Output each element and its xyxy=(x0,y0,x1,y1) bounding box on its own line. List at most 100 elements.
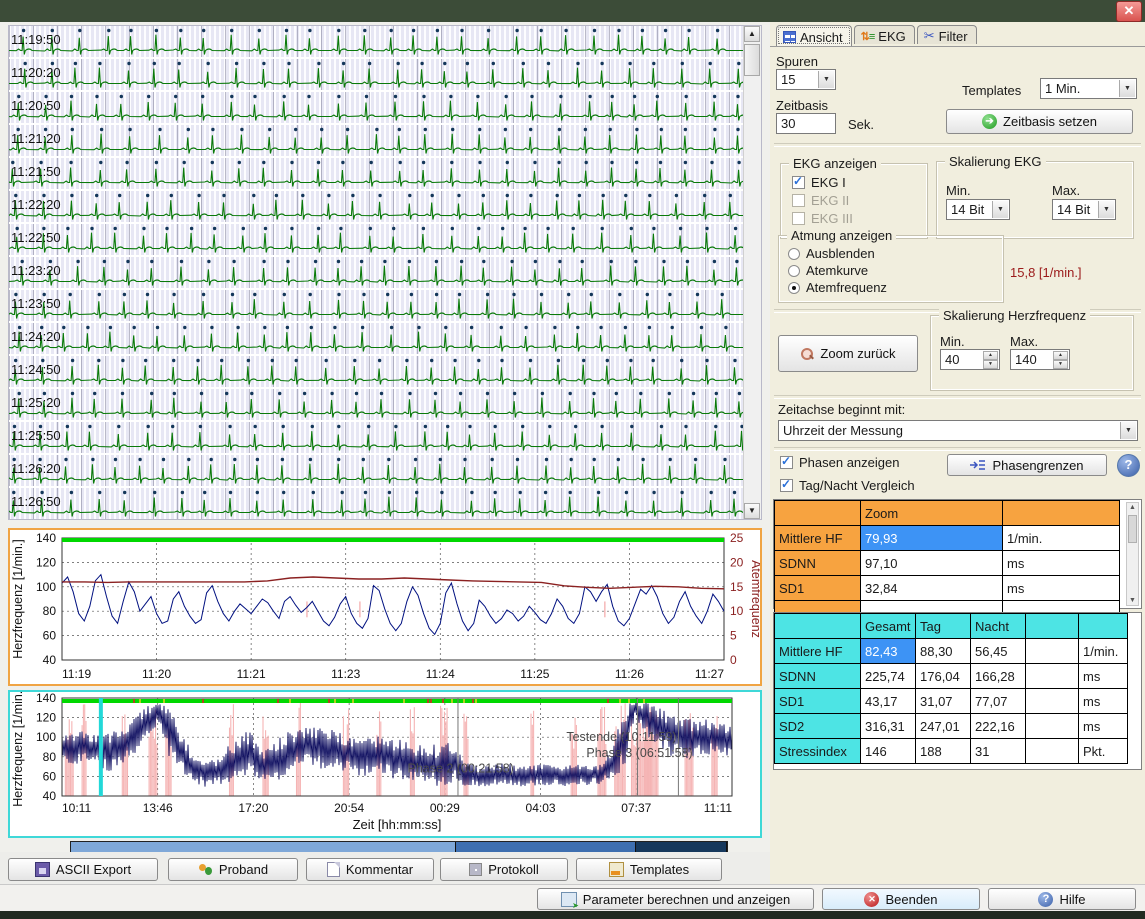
ecg-strip[interactable]: 11:22:50 xyxy=(9,224,744,255)
ecg-strip[interactable]: 11:20:50 xyxy=(9,92,744,123)
radio-icon[interactable] xyxy=(788,248,800,260)
table-row[interactable]: SD1 43,17 31,07 77,07 ms xyxy=(775,689,1128,714)
scroll-up-icon[interactable]: ▲ xyxy=(744,26,760,42)
checkbox-checked-icon[interactable] xyxy=(780,456,793,469)
radio-selected-icon[interactable] xyxy=(788,282,800,294)
phasen-anzeigen-checkbox[interactable]: Phasen anzeigen xyxy=(780,455,899,470)
heart-rate-overview-chart[interactable]: 40608010012014010:1113:4617:2020:5400:29… xyxy=(8,690,762,838)
ekg3-checkbox[interactable]: EKG III xyxy=(792,211,853,226)
tag-nacht-label: Tag/Nacht Vergleich xyxy=(799,478,915,493)
hf-max-label: Max. xyxy=(1010,334,1038,349)
svg-text:120: 120 xyxy=(36,555,56,569)
ecg-vertical-scrollbar[interactable]: ▲ ▼ xyxy=(743,26,761,519)
window-close-icon[interactable]: ✕ xyxy=(1116,1,1142,22)
table-row[interactable]: SD2 316,31 247,01 222,16 ms xyxy=(775,714,1128,739)
hf-max-spinner[interactable]: 140 ▲▼ xyxy=(1010,349,1070,370)
scrollbar-thumb[interactable] xyxy=(1128,515,1137,543)
help-icon[interactable]: ? xyxy=(1117,454,1140,477)
phasengrenzen-button[interactable]: Phasengrenzen xyxy=(947,454,1107,476)
zeitbasis-setzen-button[interactable]: ➔ Zeitbasis setzen xyxy=(946,109,1133,134)
spin-up-icon[interactable]: ▲ xyxy=(1053,351,1068,360)
ascii-export-button[interactable]: ASCII Export xyxy=(8,858,158,881)
phasengrenzen-label: Phasengrenzen xyxy=(992,458,1083,473)
scroll-up-icon[interactable]: ▲ xyxy=(1127,504,1138,511)
hilfe-button[interactable]: ? Hilfe xyxy=(988,888,1136,910)
spin-up-icon[interactable]: ▲ xyxy=(983,351,998,360)
heart-rate-zoom-plot[interactable]: 406080100120140051015202511:1911:2011:21… xyxy=(10,530,760,684)
tab-ekg[interactable]: ⇅≡ EKG xyxy=(854,25,915,44)
table-row[interactable]: SDNN 97,10 ms xyxy=(775,551,1120,576)
proband-button[interactable]: Proband xyxy=(168,858,298,881)
ecg-strip[interactable]: 11:25:20 xyxy=(9,389,744,420)
checkbox-icon[interactable] xyxy=(792,194,805,207)
beenden-button[interactable]: ✕ Beenden xyxy=(822,888,980,910)
ecg-strip[interactable]: 11:22:20 xyxy=(9,191,744,222)
scroll-down-icon[interactable]: ▼ xyxy=(744,503,760,519)
ecg-strip[interactable]: 11:23:50 xyxy=(9,290,744,321)
svg-text:11:27: 11:27 xyxy=(695,667,724,681)
atmung-atemfrequenz-radio[interactable]: Atemfrequenz xyxy=(788,280,887,295)
zeitbasis-input[interactable]: 30 xyxy=(776,113,836,134)
ecg-strip[interactable]: 11:26:20 xyxy=(9,455,744,486)
parameter-berechnen-button[interactable]: Parameter berechnen und anzeigen xyxy=(537,888,814,910)
ekg2-checkbox[interactable]: EKG II xyxy=(792,193,849,208)
checkbox-checked-icon[interactable] xyxy=(780,479,793,492)
ecg-strip[interactable]: 11:21:20 xyxy=(9,125,744,156)
table-scrollbar[interactable]: ▲ ▼ xyxy=(1126,502,1139,606)
checkbox-checked-icon[interactable] xyxy=(792,176,805,189)
protokoll-button[interactable]: Protokoll xyxy=(440,858,568,881)
tab-filter[interactable]: ✂ Filter xyxy=(917,25,977,44)
ecg-strip-timestamp: 11:19:50 xyxy=(11,32,61,47)
zoom-zurueck-button[interactable]: Zoom zurück xyxy=(778,335,918,372)
hf-min-spinner[interactable]: 40 ▲▼ xyxy=(940,349,1000,370)
templates-dropdown[interactable]: 1 Min. ▼ xyxy=(1040,78,1137,99)
zeitachse-dropdown[interactable]: Uhrzeit der Messung ▼ xyxy=(778,420,1138,441)
scrollbar-thumb[interactable] xyxy=(744,44,760,76)
table-row[interactable]: SD1 32,84 ms xyxy=(775,576,1120,601)
ecg-strip[interactable]: 11:19:50 xyxy=(9,26,744,57)
zoom-stats-table[interactable]: Zoom Mittlere HF 79,93 1/min. SDNN 97,10… xyxy=(774,500,1120,626)
svg-text:10: 10 xyxy=(730,604,744,618)
gesamt-stats-table[interactable]: Gesamt Tag Nacht Mittlere HF 82,43 88,30… xyxy=(774,613,1128,764)
scroll-down-icon[interactable]: ▼ xyxy=(1127,597,1138,604)
svg-text:07:37: 07:37 xyxy=(621,801,651,815)
ekg-min-dropdown[interactable]: 14 Bit ▼ xyxy=(946,199,1010,220)
spin-down-icon[interactable]: ▼ xyxy=(983,360,998,369)
ecg-strip[interactable]: 11:21:50 xyxy=(9,158,744,189)
atmung-ausblenden-radio[interactable]: Ausblenden xyxy=(788,246,875,261)
ecg-strip[interactable]: 11:20:20 xyxy=(9,59,744,90)
ecg-strip-timestamp: 11:20:50 xyxy=(11,98,61,113)
tab-ansicht[interactable]: Ansicht xyxy=(776,25,852,46)
tag-nacht-checkbox[interactable]: Tag/Nacht Vergleich xyxy=(780,478,915,493)
ecg-strip[interactable]: 11:23:20 xyxy=(9,257,744,288)
zeitachse-label: Zeitachse beginnt mit: xyxy=(778,402,905,417)
table-row[interactable]: Stressindex 146 188 31 Pkt. xyxy=(775,739,1128,764)
radio-icon[interactable] xyxy=(788,265,800,277)
heart-rate-overview-plot[interactable]: 40608010012014010:1113:4617:2020:5400:29… xyxy=(10,692,760,836)
zeitbasis-setzen-label: Zeitbasis setzen xyxy=(1003,114,1097,129)
separator xyxy=(774,447,1141,451)
atmung-atemkurve-radio[interactable]: Atemkurve xyxy=(788,263,868,278)
spin-down-icon[interactable]: ▼ xyxy=(1053,360,1068,369)
spuren-dropdown[interactable]: 15 ▼ xyxy=(776,69,836,90)
ekg-max-dropdown[interactable]: 14 Bit ▼ xyxy=(1052,199,1116,220)
kommentar-button[interactable]: Kommentar xyxy=(306,858,434,881)
ekg1-checkbox[interactable]: EKG I xyxy=(792,175,846,190)
heart-rate-zoom-chart[interactable]: 406080100120140051015202511:1911:2011:21… xyxy=(8,528,762,686)
ecg-strip[interactable]: 11:24:20 xyxy=(9,323,744,354)
templates-button[interactable]: Templates xyxy=(576,858,722,881)
table-row[interactable]: Mittlere HF 79,93 1/min. xyxy=(775,526,1120,551)
atemfrequenz-value: 15,8 [1/min.] xyxy=(1010,265,1082,280)
gesamt-stats-table-container[interactable]: Gesamt Tag Nacht Mittlere HF 82,43 88,30… xyxy=(773,612,1142,770)
ecg-strip-panel[interactable]: 11:19:50 11:20:20 11:20:50 11:21:2011:21:50… xyxy=(8,25,762,520)
hilfe-label: Hilfe xyxy=(1059,892,1085,907)
ecg-strip-list[interactable]: 11:19:50 11:20:20 11:20:50 11:21:2011:21:50… xyxy=(9,26,744,519)
ecg-strip[interactable]: 11:26:50 xyxy=(9,488,744,519)
table-row[interactable]: SDNN 225,74 176,04 166,28 ms xyxy=(775,664,1128,689)
ecg-strip[interactable]: 11:25:50 xyxy=(9,422,744,453)
templates-dropdown-label: Templates xyxy=(962,83,1021,98)
ecg-strip[interactable]: 11:24:50 xyxy=(9,356,744,387)
checkbox-icon[interactable] xyxy=(792,212,805,225)
zoom-stats-table-container[interactable]: Zoom Mittlere HF 79,93 1/min. SDNN 97,10… xyxy=(773,499,1142,609)
table-row[interactable]: Mittlere HF 82,43 88,30 56,45 1/min. xyxy=(775,639,1128,664)
